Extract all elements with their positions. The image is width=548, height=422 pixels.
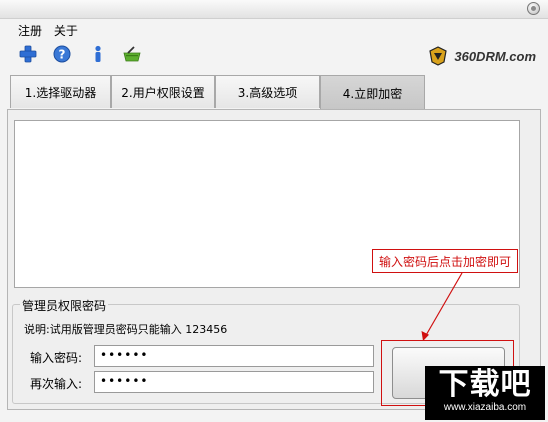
tab-advanced-options[interactable]: 3.高级选项 bbox=[215, 75, 320, 108]
watermark: 下载吧 www.xiazaiba.com bbox=[425, 366, 545, 420]
help-icon[interactable]: ? bbox=[52, 44, 72, 64]
tab-encrypt-now[interactable]: 4.立即加密 bbox=[320, 75, 425, 110]
watermark-logo: 下载吧 bbox=[438, 367, 532, 402]
brand-shield-icon bbox=[429, 46, 448, 66]
confirm-password-field[interactable]: •••••• bbox=[94, 371, 374, 393]
menu-item-about[interactable]: 关于 bbox=[54, 24, 78, 38]
group-title: 管理员权限密码 bbox=[20, 297, 109, 314]
info-icon[interactable] bbox=[88, 44, 108, 64]
tab-label: 4.立即加密 bbox=[342, 86, 403, 101]
tab-label: 1.选择驱动器 bbox=[24, 85, 97, 100]
trial-note: 说明:试用版管理员密码只能输入 123456 bbox=[24, 323, 228, 336]
watermark-url: www.xiazaiba.com bbox=[443, 402, 527, 413]
password-label: 输入密码: bbox=[30, 351, 83, 365]
confirm-password-label: 再次输入: bbox=[30, 377, 83, 391]
brand-logo-text: 360DRM.com bbox=[454, 48, 536, 64]
window-control-icon[interactable] bbox=[527, 2, 540, 15]
tab-select-drive[interactable]: 1.选择驱动器 bbox=[10, 75, 111, 108]
brand-logo: 360DRM.com bbox=[428, 44, 536, 68]
menu-item-register[interactable]: 注册 bbox=[18, 24, 42, 38]
password-field[interactable]: •••••• bbox=[94, 345, 374, 367]
title-bar bbox=[0, 0, 548, 19]
basket-icon[interactable] bbox=[122, 44, 142, 64]
add-icon[interactable] bbox=[18, 44, 38, 64]
tab-label: 3.高级选项 bbox=[237, 85, 298, 100]
annotation-callout: 输入密码后点击加密即可 bbox=[372, 249, 518, 273]
tab-user-permissions[interactable]: 2.用户权限设置 bbox=[111, 75, 215, 108]
tab-label: 2.用户权限设置 bbox=[121, 85, 205, 100]
menu-bar: 注册 关于 bbox=[18, 22, 86, 38]
svg-text:?: ? bbox=[59, 48, 66, 62]
